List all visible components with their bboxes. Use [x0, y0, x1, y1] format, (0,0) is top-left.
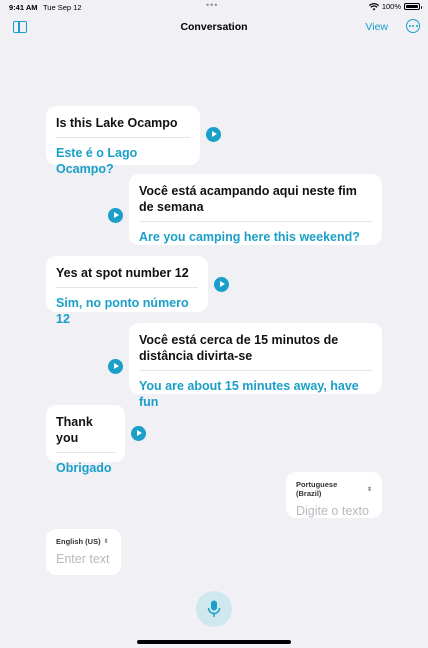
- navigation-bar: Conversation View: [0, 16, 428, 44]
- play-icon[interactable]: [206, 127, 221, 142]
- message-bubble[interactable]: Thank you Obrigado: [46, 405, 125, 475]
- wifi-icon: [368, 2, 379, 10]
- play-icon[interactable]: [214, 277, 229, 292]
- message-source-text: Is this Lake Ocampo: [56, 116, 178, 130]
- play-icon[interactable]: [108, 208, 123, 223]
- divider: [139, 221, 372, 222]
- chevron-up-down-icon: ⇕: [366, 486, 372, 493]
- divider: [56, 287, 198, 288]
- more-icon[interactable]: [406, 19, 420, 33]
- portuguese-text-field[interactable]: Digite o texto: [296, 504, 372, 518]
- status-time: 9:41 AM: [9, 3, 38, 12]
- portuguese-input-card[interactable]: Portuguese (Brazil) ⇕ Digite o texto: [286, 472, 382, 518]
- message-bubble[interactable]: Você está cerca de 15 minutos de distânc…: [129, 323, 382, 409]
- message-translation-text: Are you camping here this weekend?: [139, 230, 360, 244]
- language-selector[interactable]: English (US) ⇕: [56, 537, 111, 546]
- battery-icon: [404, 3, 422, 10]
- language-selector[interactable]: Portuguese (Brazil) ⇕: [296, 480, 372, 498]
- message-source-text: Você está cerca de 15 minutos de distânc…: [139, 333, 339, 363]
- multitask-dots-icon[interactable]: •••: [206, 0, 218, 10]
- language-label: English (US): [56, 537, 101, 546]
- message-source-text: Yes at spot number 12: [56, 266, 189, 280]
- chevron-up-down-icon: ⇕: [103, 539, 109, 545]
- english-text-field[interactable]: Enter text: [56, 552, 111, 566]
- battery-percent: 100%: [381, 2, 401, 11]
- divider: [56, 137, 190, 138]
- message-source-text: Thank you: [56, 415, 93, 445]
- english-input-card[interactable]: English (US) ⇕ Enter text: [46, 529, 121, 575]
- message-bubble[interactable]: Is this Lake Ocampo Este é o Lago Ocampo…: [46, 106, 200, 176]
- divider: [139, 370, 372, 371]
- message-bubble[interactable]: Yes at spot number 12 Sim, no ponto núme…: [46, 256, 208, 326]
- play-icon[interactable]: [108, 359, 123, 374]
- status-right: 100%: [368, 2, 422, 11]
- status-date: Tue Sep 12: [43, 3, 82, 12]
- message-bubble[interactable]: Você está acampando aqui neste fim de se…: [129, 174, 382, 245]
- message-translation-text: Obrigado: [56, 461, 112, 475]
- status-bar: 9:41 AM Tue Sep 12 ••• 100%: [0, 0, 428, 14]
- microphone-button[interactable]: [196, 591, 232, 627]
- microphone-icon: [207, 600, 221, 617]
- view-button[interactable]: View: [365, 21, 388, 33]
- home-indicator: [137, 640, 291, 644]
- message-translation-text: You are about 15 minutes away, have fun: [139, 379, 359, 409]
- message-translation-text: Este é o Lago Ocampo?: [56, 146, 138, 176]
- divider: [56, 452, 115, 453]
- play-icon[interactable]: [131, 426, 146, 441]
- page-title: Conversation: [180, 21, 248, 33]
- message-source-text: Você está acampando aqui neste fim de se…: [139, 184, 357, 214]
- language-label: Portuguese (Brazil): [296, 480, 338, 498]
